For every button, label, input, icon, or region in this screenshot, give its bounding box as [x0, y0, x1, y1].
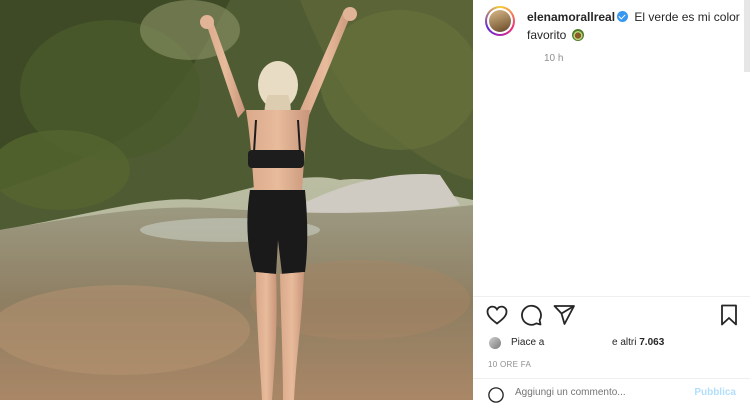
post-image: [0, 0, 473, 400]
caption: elenamorallreal El verde es mi color fav…: [527, 8, 742, 44]
comment-button[interactable]: [519, 303, 545, 329]
divider: [473, 378, 750, 379]
avatar[interactable]: [485, 6, 515, 36]
post-timestamp[interactable]: 10 ORE FA: [488, 360, 531, 369]
heart-icon: [486, 305, 508, 325]
emoji-smile-icon[interactable]: [487, 386, 505, 404]
likes-number: 7.063: [639, 337, 665, 348]
caption-time: 10 h: [544, 53, 564, 64]
likes-summary[interactable]: Piace a e altri 7.063: [489, 336, 729, 350]
bookmark-icon: [721, 304, 737, 326]
kiwi-emoji-icon: [571, 29, 584, 41]
avatar-image: [489, 10, 511, 32]
avatar-ring: [487, 8, 513, 34]
like-button[interactable]: [485, 303, 511, 329]
scrollbar[interactable]: [744, 0, 750, 72]
username-link[interactable]: elenamorallreal: [527, 10, 615, 24]
likes-count[interactable]: e altri 7.063: [612, 337, 664, 348]
post-side-panel: elenamorallreal El verde es mi color fav…: [473, 0, 750, 403]
action-bar: [473, 303, 750, 331]
publish-button[interactable]: Pubblica: [694, 387, 736, 398]
comment-input[interactable]: [515, 387, 685, 398]
liker-avatar: [489, 337, 501, 349]
share-icon: [553, 305, 575, 325]
comment-icon: [521, 304, 542, 326]
share-button[interactable]: [552, 303, 578, 329]
post-photo[interactable]: [0, 0, 473, 400]
verified-badge-icon: [617, 11, 629, 22]
divider: [473, 296, 750, 297]
likes-prefix: Piace a: [511, 337, 545, 348]
comment-row: Pubblica: [473, 385, 750, 403]
likes-suffix: e altri: [612, 337, 637, 348]
save-button[interactable]: [717, 303, 743, 329]
